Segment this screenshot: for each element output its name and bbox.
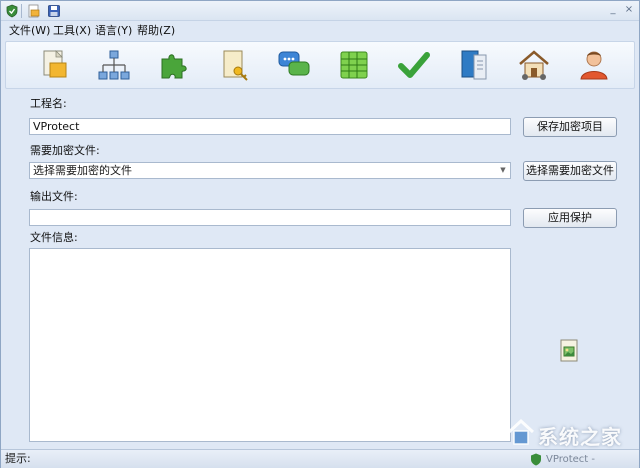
file-info-label: 文件信息: xyxy=(30,231,78,244)
files-select[interactable]: 选择需要加密的文件 ▼ xyxy=(29,162,511,179)
image-file-icon xyxy=(560,339,578,362)
sitemap-icon[interactable] xyxy=(96,47,132,83)
project-name-input[interactable]: VProtect xyxy=(29,118,511,135)
chat-bubble-icon[interactable] xyxy=(276,47,312,83)
project-name-label: 工程名: xyxy=(30,97,67,110)
output-file-input[interactable] xyxy=(29,209,511,226)
close-button[interactable]: × xyxy=(623,3,635,17)
title-separator xyxy=(21,4,22,18)
shield-icon[interactable] xyxy=(5,4,19,18)
spreadsheet-icon[interactable] xyxy=(336,47,372,83)
watermark-logo-icon xyxy=(507,418,535,445)
toolbar xyxy=(5,41,635,89)
select-files-button[interactable]: 选择需要加密文件 xyxy=(523,161,617,181)
home-icon[interactable] xyxy=(516,47,552,83)
files-select-value: 选择需要加密的文件 xyxy=(33,164,132,177)
status-bar: 提示: VProtect - StrongProtect xyxy=(1,449,639,468)
save-project-button[interactable]: 保存加密项目 xyxy=(523,117,617,137)
key-document-icon[interactable] xyxy=(216,47,252,83)
book-icon[interactable] xyxy=(456,47,492,83)
files-label: 需要加密文件: xyxy=(30,144,100,157)
status-brand: VProtect - StrongProtect xyxy=(546,454,614,468)
chevron-down-icon[interactable]: ▼ xyxy=(498,164,508,177)
menu-help[interactable]: 帮助(Z) xyxy=(137,24,175,38)
open-folder-icon[interactable] xyxy=(27,4,41,18)
menu-bar: 文件(W) 工具(X) 语言(Y) 帮助(Z) xyxy=(1,22,639,40)
menu-file[interactable]: 文件(W) xyxy=(9,24,50,38)
puzzle-icon[interactable] xyxy=(156,47,192,83)
checkmark-icon[interactable] xyxy=(396,47,432,83)
new-file-icon[interactable] xyxy=(36,47,72,83)
menu-tools[interactable]: 工具(X) xyxy=(53,24,91,38)
app-window: _ × 文件(W) 工具(X) 语言(Y) 帮助(Z) 工程名: VProtec… xyxy=(0,0,640,468)
title-bar: _ × xyxy=(1,1,639,21)
menu-language[interactable]: 语言(Y) xyxy=(95,24,132,38)
apply-protection-button[interactable]: 应用保护 xyxy=(523,208,617,228)
shield-icon xyxy=(531,453,541,466)
file-info-area[interactable] xyxy=(29,248,511,442)
output-label: 输出文件: xyxy=(30,190,78,203)
status-label: 提示: xyxy=(5,452,31,465)
user-icon[interactable] xyxy=(576,47,612,83)
minimize-button[interactable]: _ xyxy=(607,3,619,17)
save-disk-icon[interactable] xyxy=(47,4,61,18)
watermark-text: 系统之家 xyxy=(538,425,622,449)
